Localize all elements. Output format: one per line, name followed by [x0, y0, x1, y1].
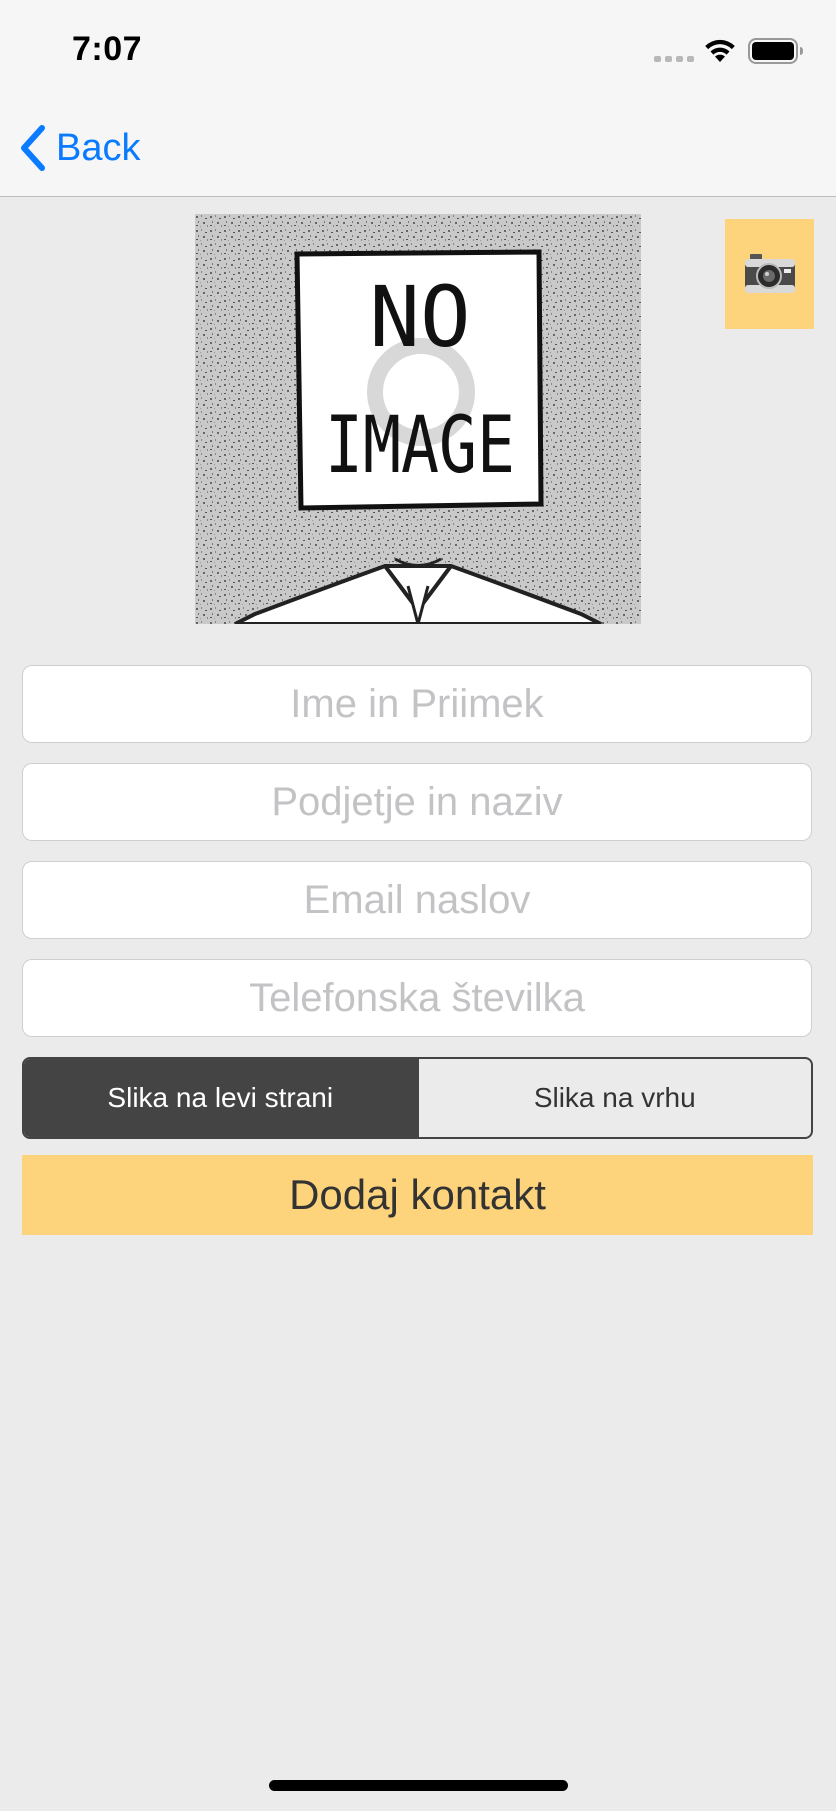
no-image-line1: NO — [369, 268, 470, 366]
chevron-left-icon — [21, 125, 45, 171]
status-bar: 7:07 — [0, 0, 836, 100]
name-field[interactable] — [22, 665, 812, 743]
email-field[interactable] — [22, 861, 812, 939]
segment-image-left[interactable]: Slika na levi strani — [24, 1059, 417, 1137]
camera-icon — [744, 254, 795, 293]
no-image-placeholder[interactable]: NO IMAGE — [195, 214, 641, 624]
home-indicator[interactable] — [269, 1780, 568, 1791]
image-position-segmented-control: Slika na levi strani Slika na vrhu — [22, 1057, 813, 1139]
no-image-line2: IMAGE — [325, 401, 515, 491]
add-contact-button[interactable]: Dodaj kontakt — [22, 1155, 813, 1235]
back-label: Back — [56, 126, 141, 169]
status-time: 7:07 — [72, 30, 143, 68]
segment-image-top[interactable]: Slika na vrhu — [416, 1059, 812, 1137]
camera-button[interactable] — [725, 219, 814, 329]
cellular-signal-icon — [654, 56, 694, 62]
phone-field[interactable] — [22, 959, 812, 1037]
back-button[interactable]: Back — [16, 120, 140, 176]
wifi-icon — [705, 39, 735, 62]
company-field[interactable] — [22, 763, 812, 841]
navigation-bar: Back — [0, 100, 836, 197]
battery-icon — [748, 38, 803, 64]
